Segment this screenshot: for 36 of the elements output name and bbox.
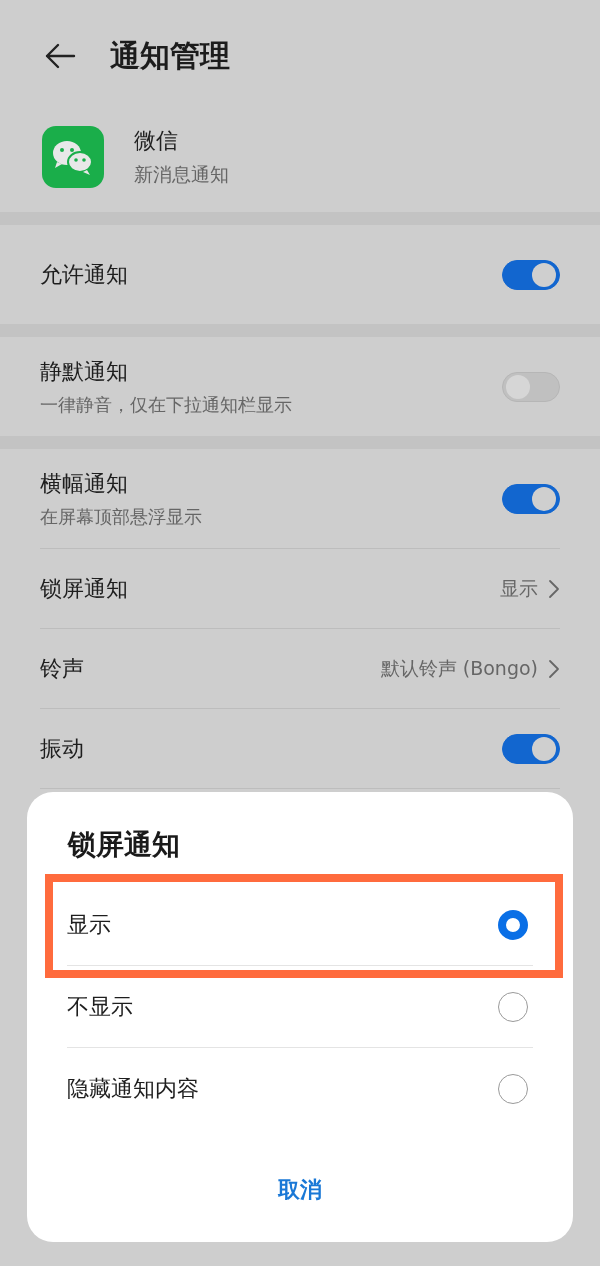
chevron-right-icon [548,658,560,679]
toggle-row[interactable]: 允许通知 [40,225,560,324]
option-label: 隐藏通知内容 [67,1074,199,1103]
chevron-right-icon [548,578,560,599]
setting-label: 静默通知 [40,357,129,386]
page-title: 通知管理 [110,36,230,75]
setting-label: 锁屏通知 [40,574,128,603]
setting-description: 在屏幕顶部悬浮显示 [40,504,202,529]
toggle-row[interactable]: 静默通知 一律静音，仅在下拉通知栏显示 [40,337,560,436]
toggle-switch[interactable] [502,483,560,514]
option-label: 不显示 [67,992,133,1021]
radio-option[interactable]: 不显示 [67,966,533,1048]
back-arrow-icon [44,43,76,69]
cancel-button[interactable]: 取消 [266,1169,334,1211]
setting-value: 默认铃声 (Bongo) [380,655,538,681]
toggle-row[interactable]: 横幅通知 在屏幕顶部悬浮显示 [40,449,560,549]
dialog-title: 锁屏通知 [66,827,181,863]
toggle-switch[interactable] [502,733,560,764]
setting-label: 振动 [40,734,84,763]
app-name: 微信 [134,127,179,155]
setting-label: 横幅通知 [40,469,129,498]
radio-option[interactable]: 显示 [67,884,533,966]
setting-label: 允许通知 [40,260,128,289]
setting-row[interactable]: 锁屏通知 显示 [40,549,560,629]
toggle-switch[interactable] [502,371,560,402]
setting-value: 显示 [500,575,538,601]
toggle-switch[interactable] [502,259,560,290]
radio-button[interactable] [498,909,528,940]
chat-app-icon [42,126,104,188]
app-subtitle: 新消息通知 [134,162,229,187]
setting-label: 铃声 [40,654,84,683]
radio-option[interactable]: 隐藏通知内容 [67,1048,533,1129]
option-label: 显示 [67,910,111,939]
setting-row[interactable]: 铃声 默认铃声 (Bongo) [40,629,560,709]
setting-description: 一律静音，仅在下拉通知栏显示 [40,392,292,417]
toggle-row[interactable]: 振动 [40,709,560,789]
